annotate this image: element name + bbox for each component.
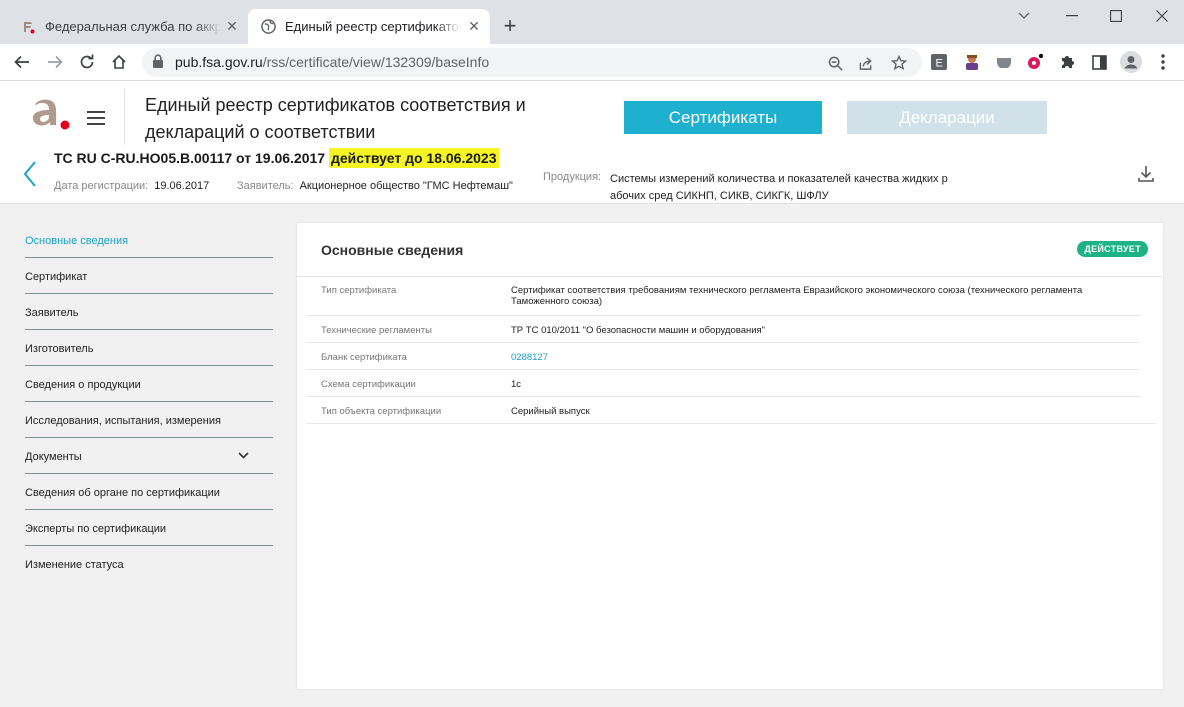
row-key: Тип объекта сертификации bbox=[321, 406, 442, 417]
certificates-nav-button[interactable]: Сертификаты bbox=[624, 101, 822, 134]
card-title: Основные сведения bbox=[321, 242, 464, 258]
row-key: Бланк сертификата bbox=[321, 352, 407, 363]
close-window-icon[interactable] bbox=[1151, 6, 1173, 26]
sidebar-item-label: Сертификат bbox=[25, 271, 88, 283]
sidebar-item-status-change[interactable]: Изменение статуса bbox=[25, 546, 273, 582]
close-tab-icon[interactable]: ✕ bbox=[466, 18, 482, 34]
globe-icon bbox=[260, 19, 276, 35]
tab-fsa[interactable]: Федеральная служба по аккредитации ✕ bbox=[8, 9, 248, 44]
section-sidebar: Основные сведения Сертификат Заявитель И… bbox=[25, 222, 273, 582]
sidebar-item-label: Основные сведения bbox=[25, 235, 129, 247]
new-tab-button[interactable]: + bbox=[500, 14, 520, 40]
row-value: ТР ТС 010/2011 "О безопасности машин и о… bbox=[511, 325, 766, 336]
url-path: /rss/certificate/view/132309/baseInfo bbox=[262, 54, 490, 70]
sidebar-item-label: Изготовитель bbox=[25, 343, 94, 355]
info-table: Тип сертификата Сертификат соответствия … bbox=[306, 276, 1156, 424]
applicant-label: Заявитель: bbox=[237, 180, 294, 192]
close-tab-icon[interactable]: ✕ bbox=[224, 18, 240, 34]
sidebar-item-product-info[interactable]: Сведения о продукции bbox=[25, 366, 273, 402]
site-title: Единый реестр сертификатов соответствия … bbox=[145, 95, 526, 142]
tab-title: Единый реестр сертификатов соответствия bbox=[285, 19, 461, 34]
reload-icon[interactable] bbox=[76, 51, 98, 73]
home-icon[interactable] bbox=[108, 51, 130, 73]
fsa-logo[interactable] bbox=[30, 97, 74, 138]
sidebar-item-label: Документы bbox=[25, 451, 82, 463]
lock-icon[interactable] bbox=[152, 54, 164, 74]
sidebar-item-certificate[interactable]: Сертификат bbox=[25, 258, 273, 294]
status-badge: ДЕЙСТВУЕТ bbox=[1077, 241, 1148, 257]
sidebar-item-experts[interactable]: Эксперты по сертификации bbox=[25, 510, 273, 546]
applicant-value: Акционерное общество "ГМС Нефтемаш" bbox=[299, 180, 513, 192]
fsa-favicon bbox=[20, 19, 36, 35]
header-divider bbox=[124, 89, 125, 145]
registration-date-value: 19.06.2017 bbox=[154, 180, 210, 192]
validity-highlight: действует до 18.06.2023 bbox=[328, 148, 499, 168]
back-arrow-icon[interactable] bbox=[22, 160, 38, 193]
browser-toolbar: pub.fsa.gov.ru/rss/certificate/view/1323… bbox=[0, 44, 1184, 81]
sidebar-item-label: Сведения об органе по сертификации bbox=[25, 487, 220, 499]
address-bar[interactable]: pub.fsa.gov.ru/rss/certificate/view/1323… bbox=[142, 48, 922, 77]
url-host: pub.fsa.gov.ru bbox=[175, 54, 263, 70]
maximize-icon[interactable] bbox=[1105, 6, 1127, 26]
row-value: Сертификат соответствия требованиям техн… bbox=[511, 285, 1083, 307]
sidebar-item-documents[interactable]: Документы bbox=[25, 438, 273, 474]
menu-kebab-icon[interactable] bbox=[1152, 51, 1174, 73]
row-value: Серийный выпуск bbox=[511, 406, 590, 417]
chevron-down-icon[interactable] bbox=[238, 450, 249, 462]
sidebar-item-basic-info[interactable]: Основные сведения bbox=[25, 222, 273, 258]
zoom-icon[interactable] bbox=[825, 53, 845, 73]
sidebar-item-applicant[interactable]: Заявитель bbox=[25, 294, 273, 330]
download-icon[interactable] bbox=[1137, 165, 1155, 188]
profile-icon[interactable] bbox=[1120, 51, 1142, 73]
sidebar-item-label: Изменение статуса bbox=[25, 559, 124, 571]
blank-number-link[interactable]: 0288127 bbox=[511, 343, 1111, 363]
extension-pink-icon[interactable] bbox=[1024, 51, 1046, 73]
url-text: pub.fsa.gov.ru/rss/certificate/view/1323… bbox=[175, 54, 489, 70]
tab-title: Федеральная служба по аккредитации bbox=[45, 19, 221, 34]
table-row: Бланк сертификата 0288127 bbox=[306, 343, 1140, 370]
site-header: Единый реестр сертификатов соответствия … bbox=[0, 81, 1184, 147]
extension-avatar-icon[interactable] bbox=[961, 51, 983, 73]
back-icon[interactable] bbox=[11, 51, 33, 73]
row-key: Схема сертификации bbox=[321, 379, 416, 390]
forward-icon[interactable] bbox=[44, 51, 66, 73]
sidebar-item-certification-body[interactable]: Сведения об органе по сертификации bbox=[25, 474, 273, 510]
product-value: Системы измерений количества и показател… bbox=[610, 173, 948, 202]
product-label: Продукция: bbox=[543, 171, 602, 183]
table-row: Тип сертификата Сертификат соответствия … bbox=[306, 276, 1140, 316]
certificate-number-text: ТС RU С-RU.НО05.В.00117 от 19.06.2017 bbox=[54, 150, 326, 166]
share-icon[interactable] bbox=[856, 53, 876, 73]
tab-search-icon[interactable] bbox=[1013, 6, 1035, 26]
hamburger-menu-icon[interactable] bbox=[87, 111, 105, 125]
registration-date: Дата регистрации: 19.06.2017 bbox=[54, 180, 209, 192]
sidebar-item-label: Заявитель bbox=[25, 307, 79, 319]
table-row: Технические регламенты ТР ТС 010/2011 "О… bbox=[306, 316, 1140, 343]
sidebar-item-label: Исследования, испытания, измерения bbox=[25, 415, 221, 427]
minimize-icon[interactable] bbox=[1061, 6, 1083, 26]
tab-registry[interactable]: Единый реестр сертификатов соответствия … bbox=[248, 9, 490, 44]
registration-date-label: Дата регистрации: bbox=[54, 180, 149, 192]
star-icon[interactable] bbox=[889, 53, 909, 73]
extensions-puzzle-icon[interactable] bbox=[1056, 51, 1078, 73]
row-key: Тип сертификата bbox=[321, 285, 397, 296]
table-row: Тип объекта сертификации Серийный выпуск bbox=[306, 397, 1156, 424]
declarations-nav-button[interactable]: Декларации bbox=[847, 101, 1047, 134]
applicant-info: Заявитель: Акционерное общество "ГМС Нефт… bbox=[237, 180, 513, 192]
sidebar-item-label: Эксперты по сертификации bbox=[25, 523, 167, 535]
svg-text:E: E bbox=[936, 58, 943, 70]
sidebar-item-manufacturer[interactable]: Изготовитель bbox=[25, 330, 273, 366]
row-value: 1с bbox=[511, 379, 522, 390]
sidebar-item-label: Сведения о продукции bbox=[25, 379, 141, 391]
extension-grey-icon[interactable] bbox=[993, 51, 1015, 73]
row-key: Технические регламенты bbox=[321, 325, 432, 336]
certificate-number: ТС RU С-RU.НО05.В.00117 от 19.06.2017 де… bbox=[54, 148, 499, 168]
basic-info-card: Основные сведения ДЕЙСТВУЕТ Тип сертифик… bbox=[297, 223, 1163, 689]
browser-tab-bar: Федеральная служба по аккредитации ✕ Еди… bbox=[0, 0, 1184, 44]
sidebar-item-research[interactable]: Исследования, испытания, измерения bbox=[25, 402, 273, 438]
side-panel-icon[interactable] bbox=[1088, 51, 1110, 73]
table-row: Схема сертификации 1с bbox=[306, 370, 1140, 397]
extension-e-icon[interactable]: E bbox=[928, 51, 950, 73]
record-header: ТС RU С-RU.НО05.В.00117 от 19.06.2017 де… bbox=[0, 147, 1184, 204]
